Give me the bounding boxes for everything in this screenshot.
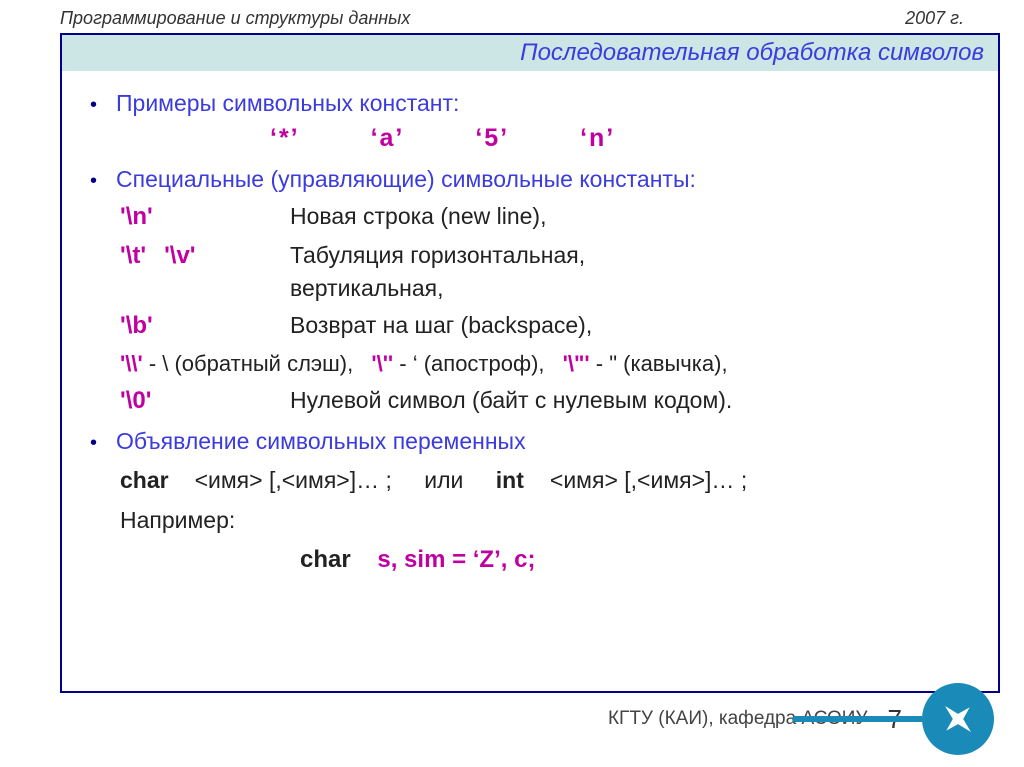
example-label: Например: [120,504,978,537]
slide-frame: Последовательная обработка символов • Пр… [60,33,1000,693]
escape-backslash-code: '\\' [120,351,143,376]
bullet-icon: • [90,167,116,196]
escape-dquote-code: '\"' [563,351,590,376]
const-5: ‘5’ [475,124,509,152]
declaration-syntax: char<имя> [,<имя>]… ; или int<имя> [,<им… [120,464,978,497]
escape-quote-row: '\\' - \ (обратный слэш), '\'' - ‘ (апос… [120,348,978,380]
bullet-icon: • [90,91,116,120]
escape-tab-codes: '\t''\v' [120,239,290,274]
const-a: ‘a’ [371,124,405,152]
heading-examples: Примеры символьных констант: [116,87,459,120]
heading-escape: Специальные (управляющие) символьные кон… [116,163,696,196]
escape-null-desc: Нулевой символ (байт с нулевым кодом). [290,384,732,417]
escape-dquote-desc: - " (кавычка), [596,351,728,376]
escape-backslash-desc: - \ (обратный слэш), [149,351,353,376]
const-star: ‘*’ [270,124,300,152]
escape-apostrophe-desc: - ‘ (апостроф), [399,351,544,376]
const-n: ‘n’ [580,124,615,152]
escape-null-code: '\0' [120,384,290,419]
course-title: Программирование и структуры данных [60,8,410,29]
escape-backspace-desc: Возврат на шаг (backspace), [290,309,592,342]
escape-backspace-code: '\b' [120,309,290,344]
escape-tab-desc1: Табуляция горизонтальная, [290,239,585,272]
escape-tab-desc2: вертикальная, [290,272,585,305]
escape-apostrophe-code: '\'' [371,351,393,376]
declaration-example: char s, sim = ‘Z’, c; [300,543,978,578]
airplane-logo-icon [922,683,994,755]
slide-title: Последовательная обработка символов [62,35,998,71]
year: 2007 г. [905,8,964,29]
escape-newline-desc: Новая строка (new line), [290,200,546,233]
bullet-icon: • [90,429,116,458]
escape-newline-code: '\n' [120,200,290,235]
heading-declaration: Объявление символьных переменных [116,425,526,458]
char-constant-examples: ‘*’ ‘a’ ‘5’ ‘n’ [270,120,978,156]
